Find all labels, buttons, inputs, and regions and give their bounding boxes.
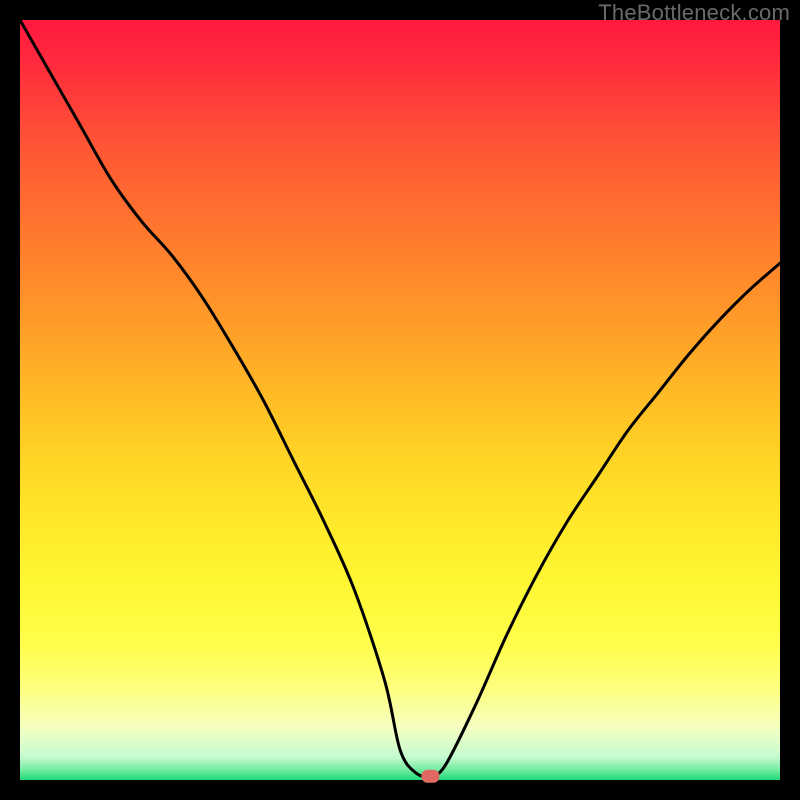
curve-svg [20,20,780,780]
plot-area [20,20,780,780]
minimum-marker [421,770,439,783]
bottleneck-curve [20,20,780,777]
chart-container: TheBottleneck.com [0,0,800,800]
